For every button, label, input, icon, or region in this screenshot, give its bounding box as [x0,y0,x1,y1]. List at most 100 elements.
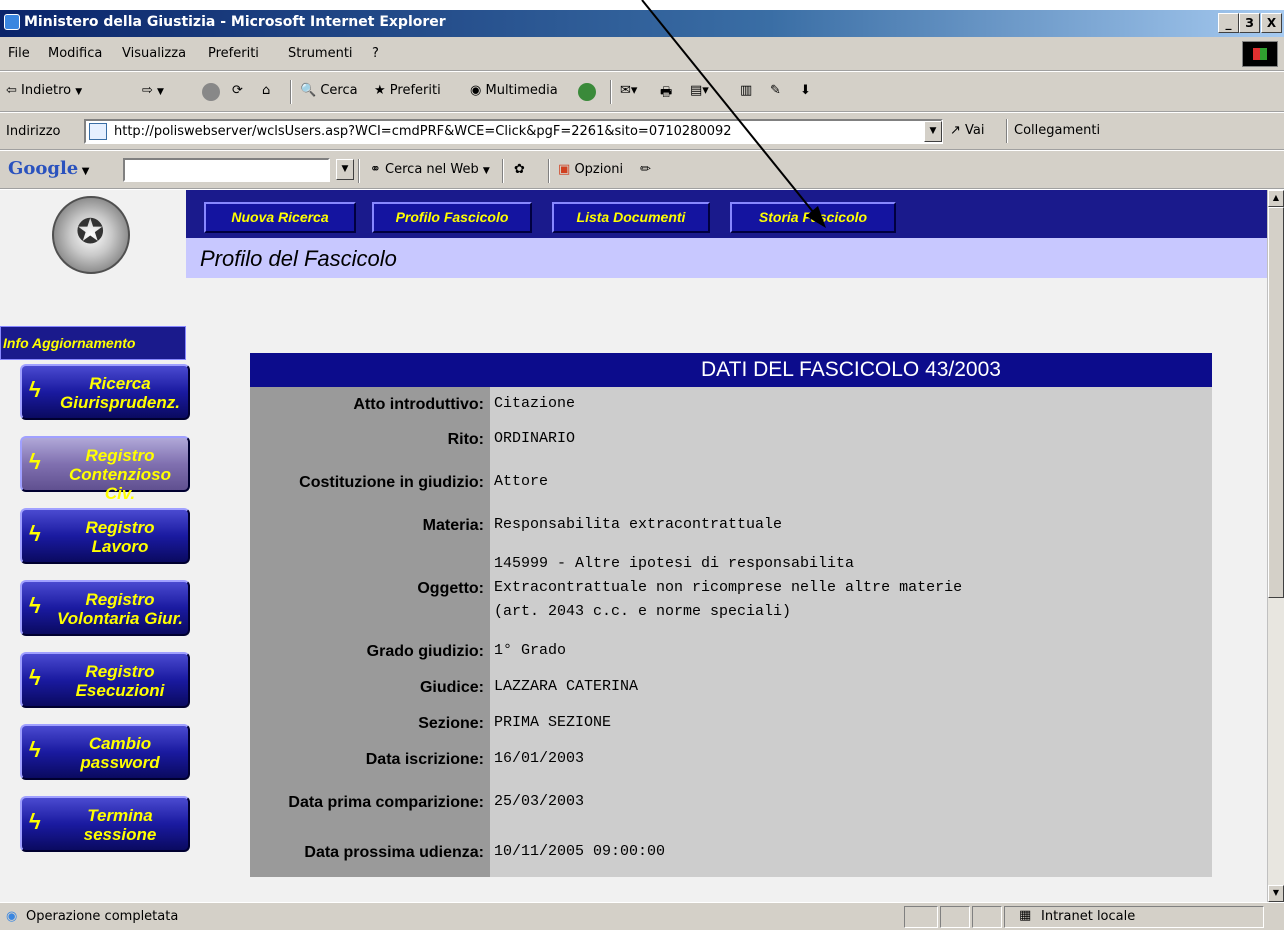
ie-icon [4,14,20,30]
maximize-button[interactable]: З [1239,13,1260,33]
home-button[interactable]: ⌂ [262,83,270,98]
history-button[interactable] [578,83,596,101]
options-icon: ▣ [558,162,571,177]
sidebar-registro-volontaria[interactable]: ϟ Registro Volontaria Giur. [20,580,190,636]
mail-icon: ✉▾ [620,83,638,98]
back-arrow-icon: ⇦ [6,83,17,98]
toolbar-separator [548,159,550,183]
options-button[interactable]: ▣ Opzioni [558,162,623,177]
zone-label: Intranet locale [1041,909,1136,924]
messenger-button[interactable]: ✎ [770,83,781,98]
status-cell [940,906,970,928]
ie-page-icon: ◉ [6,909,18,924]
edit-button[interactable]: ▤▾ [690,83,709,98]
minimize-button[interactable]: _ [1218,13,1239,33]
table-row: Data prossima udienza: 10/11/2005 09:00:… [304,843,666,861]
table-row: Materia: Responsabilita extracontrattual… [422,516,783,534]
google-search-input[interactable] [123,158,330,182]
sidebar-cambio-password[interactable]: ϟ Cambio password [20,724,190,780]
highlight-button[interactable]: ✏ [640,162,651,177]
emblem-logo: ✪ [52,196,130,274]
download-button[interactable]: ⬇ [800,83,811,98]
table-row: Rito: ORDINARIO [447,430,576,448]
status-bar: ◉ Operazione completata ▦ Intranet local… [0,902,1284,930]
lightning-icon: ϟ [29,449,41,474]
page-icon [89,123,107,140]
toolbar-separator [290,80,292,104]
scroll-thumb[interactable] [1268,207,1284,598]
refresh-button[interactable]: ⟳ [232,83,243,98]
table-row: Sezione: PRIMA SEZIONE [418,714,612,732]
chevron-down-icon: ▼ [482,166,490,176]
table-row: Grado giudizio: 1° Grado [366,642,567,660]
back-button[interactable]: ⇦ Indietro ▼ [6,83,82,98]
intranet-icon: ▦ [1019,908,1032,923]
table-row: Data prima comparizione: 25/03/2003 [288,793,585,811]
address-dropdown-button[interactable]: ▼ [924,121,942,142]
toolbar-separator [502,159,504,183]
scroll-down-button[interactable]: ▼ [1268,885,1284,902]
nav-nuova-ricerca[interactable]: Nuova Ricerca [204,202,356,233]
address-input[interactable]: http://poliswebserver/wclsUsers.asp?WCI=… [84,119,943,144]
search-button[interactable]: 🔍 Cerca [300,83,358,98]
toolbar-separator [1006,119,1008,143]
print-icon: 🖶 [660,85,673,100]
page-title: Profilo del Fascicolo [200,246,397,271]
favorites-button[interactable]: ★ Preferiti [374,83,441,98]
menu-file[interactable]: File [8,46,30,61]
address-bar: Indirizzo http://poliswebserver/wclsUser… [0,113,1284,150]
search-icon: 🔍 [300,83,317,98]
nav-storia-fascicolo[interactable]: Storia Fascicolo [730,202,896,233]
print-button[interactable]: 🖶 [660,83,672,105]
nav-profilo-fascicolo[interactable]: Profilo Fascicolo [372,202,532,233]
scroll-up-button[interactable]: ▲ [1268,190,1284,207]
menu-preferiti[interactable]: Preferiti [208,46,259,61]
stop-button[interactable] [202,83,220,101]
pagerank-button[interactable]: ✿ [514,162,525,177]
multimedia-button[interactable]: ◉ Multimedia [470,83,558,98]
discuss-button[interactable]: ▥ [740,83,752,98]
discuss-icon: ▥ [740,83,753,98]
menu-modifica[interactable]: Modifica [48,46,102,61]
menu-visualizza[interactable]: Visualizza [122,46,186,61]
table-header: DATI DEL FASCICOLO 43/2003 [250,353,1212,387]
lightning-icon: ϟ [29,665,41,690]
mail-button[interactable]: ✉▾ [620,83,637,98]
sidebar-registro-contenzioso[interactable]: ϟ Registro Contenzioso Civ. [20,436,190,503]
pagerank-icon: ✿ [514,162,525,177]
lightning-icon: ϟ [29,521,41,546]
nav-lista-documenti[interactable]: Lista Documenti [552,202,710,233]
links-button[interactable]: Collegamenti [1014,123,1100,138]
sidebar-registro-lavoro[interactable]: ϟ Registro Lavoro [20,508,190,564]
search-web-button[interactable]: ⚭ Cerca nel Web ▼ [370,162,490,177]
sidebar-termina-sessione[interactable]: ϟ Termina sessione [20,796,190,852]
go-button[interactable]: ↗ Vai [950,123,985,138]
sidebar-ricerca-giurisprudenza[interactable]: ϟ Ricerca Giurisprudenz. [20,364,190,420]
refresh-icon: ⟳ [232,83,243,98]
lightning-icon: ϟ [29,593,41,618]
close-button[interactable]: X [1261,13,1282,33]
table-row: Data iscrizione: 16/01/2003 [365,750,585,768]
sidebar-registro-esecuzioni[interactable]: ϟ Registro Esecuzioni [20,652,190,708]
toolbar-separator [610,80,612,104]
info-aggiornamento-button[interactable]: Info Aggiornamento [0,326,186,360]
fascicolo-data-table: DATI DEL FASCICOLO 43/2003 Atto introdut… [250,353,1212,877]
table-row: Costituzione in giudizio: Attore [299,473,549,491]
forward-arrow-icon: ⇨ [142,83,153,98]
status-zone-cell: ▦ Intranet locale [1004,906,1264,928]
google-toolbar: Google ▼ ▼ ⚭ Cerca nel Web ▼ ✿ ▣ Opzioni… [0,151,1284,189]
menu-strumenti[interactable]: Strumenti [288,46,353,61]
history-icon [578,83,596,101]
forward-button[interactable]: ⇨ ▼ [142,83,164,98]
go-arrow-icon: ↗ [950,123,961,138]
chevron-down-icon: ▼ [75,87,83,97]
table-row: Giudice: LAZZARA CATERINA [419,678,639,696]
window-titlebar[interactable]: Ministero della Giustizia - Microsoft In… [0,10,1284,37]
menu-help[interactable]: ? [372,46,379,61]
toolbar-separator [358,159,360,183]
lightning-icon: ϟ [29,377,41,402]
table-row: Atto introduttivo: Citazione [353,395,576,413]
google-search-dropdown-button[interactable]: ▼ [336,159,354,180]
google-logo[interactable]: Google ▼ [8,158,89,179]
vertical-scrollbar[interactable]: ▲ ▼ [1267,190,1284,902]
